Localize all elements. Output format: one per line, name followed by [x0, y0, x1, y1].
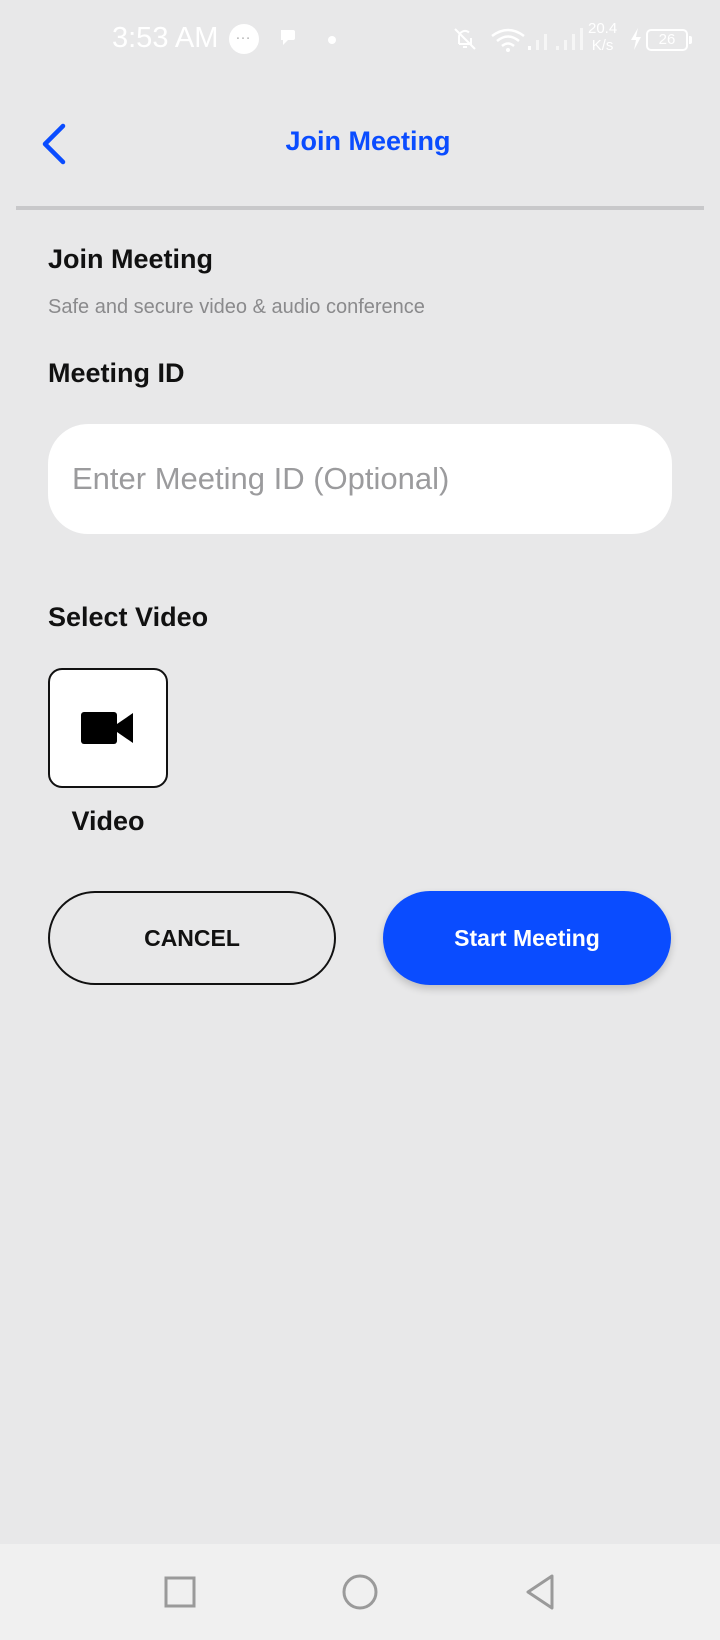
battery-level: 26: [658, 31, 676, 48]
square-icon: [164, 1576, 196, 1608]
charging-bolt-icon: [631, 28, 641, 50]
status-time: 3:53 AM: [112, 22, 219, 54]
network-speed: 20.4 K/s: [588, 20, 617, 54]
meeting-id-label: Meeting ID: [48, 358, 185, 388]
system-back-button[interactable]: [516, 1568, 564, 1616]
app-notification-icon: [281, 30, 295, 45]
notification-dot-icon: [328, 36, 336, 44]
battery-icon: 26: [646, 29, 692, 51]
select-video-label: Select Video: [48, 602, 209, 632]
form-heading: Join Meeting: [48, 244, 214, 274]
video-option-label: Video: [71, 806, 145, 836]
recents-button[interactable]: [156, 1568, 204, 1616]
video-option-tile[interactable]: [48, 668, 168, 788]
circle-icon: [342, 1574, 378, 1610]
join-meeting-screen: 3:53 AM 20.4 K/s: [0, 0, 720, 1640]
video-camera-icon: [81, 712, 133, 744]
app-bar: Join Meeting: [0, 100, 720, 188]
network-speed-unit: K/s: [591, 37, 614, 54]
triangle-back-icon: [526, 1574, 554, 1610]
message-bubble-icon: [229, 24, 259, 54]
system-nav-bar: [0, 1544, 720, 1640]
network-speed-value: 20.4: [588, 20, 618, 37]
page-title: Join Meeting: [285, 126, 451, 156]
meeting-id-input[interactable]: [48, 424, 672, 534]
wifi-icon: [491, 28, 525, 52]
form-subtitle: Safe and secure video & audio conference: [48, 296, 425, 318]
start-meeting-button[interactable]: Start Meeting: [383, 891, 671, 985]
status-bar: 3:53 AM 20.4 K/s: [0, 0, 720, 80]
header-divider: [16, 206, 704, 210]
cancel-button[interactable]: CANCEL: [48, 891, 336, 985]
signal-icon: [528, 28, 583, 50]
home-button[interactable]: [336, 1568, 384, 1616]
bell-off-icon: [454, 28, 476, 50]
